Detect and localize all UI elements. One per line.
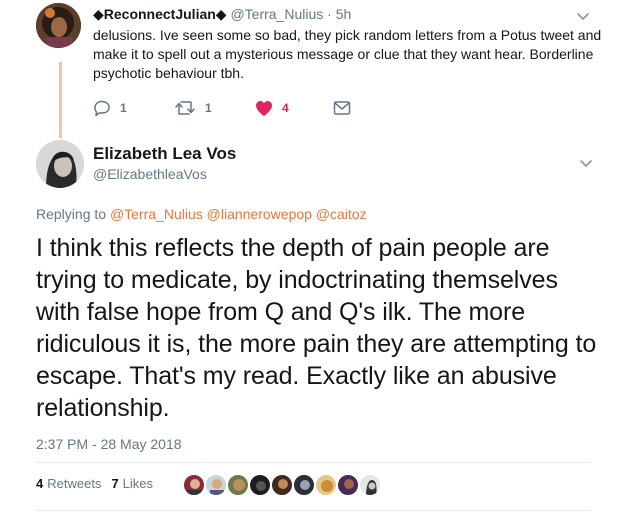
envelope-icon xyxy=(333,100,351,116)
liker-avatar[interactable] xyxy=(271,474,293,496)
divider xyxy=(36,462,591,463)
likes-label: Likes xyxy=(122,476,154,491)
likes-count: 7 xyxy=(111,476,119,491)
tweet-actions: 1 1 4 xyxy=(93,98,393,118)
liker-avatar[interactable] xyxy=(337,474,359,496)
liker-avatar[interactable] xyxy=(315,474,337,496)
retweet-icon xyxy=(174,99,196,117)
tweet-time[interactable]: · 5h xyxy=(327,6,351,22)
main-tweet: Elizabeth Lea Vos @ElizabethleaVos Reply… xyxy=(0,136,627,516)
avatar[interactable] xyxy=(36,3,81,48)
heart-icon xyxy=(255,100,273,117)
display-name[interactable]: Elizabeth Lea Vos xyxy=(93,144,236,164)
retweets-count: 4 xyxy=(36,476,44,491)
tweet-stats: 4 Retweets 7 Likes xyxy=(36,476,153,491)
handle[interactable]: @ElizabethleaVos xyxy=(93,166,207,182)
chevron-down-icon[interactable] xyxy=(578,155,594,171)
mention-link[interactable]: @Terra_Nulius xyxy=(110,206,203,222)
display-name[interactable]: ◆ReconnectJulian◆ xyxy=(93,6,227,22)
tweet-text: I think this reflects the depth of pain … xyxy=(36,234,597,422)
tweet-timestamp[interactable]: 2:37 PM - 28 May 2018 xyxy=(36,436,182,452)
retweet-button[interactable]: 1 xyxy=(174,98,212,118)
reply-icon xyxy=(93,99,111,117)
liker-avatar[interactable] xyxy=(359,474,381,496)
divider xyxy=(36,510,591,511)
replying-to: Replying to @Terra_Nulius @liannerowepop… xyxy=(36,206,367,222)
reply-tweet[interactable]: ◆ReconnectJulian◆ @Terra_Nulius · 5h del… xyxy=(0,0,627,130)
chevron-down-icon[interactable] xyxy=(575,8,591,24)
retweets-label: Retweets xyxy=(47,476,102,491)
liker-avatar[interactable] xyxy=(293,474,315,496)
direct-message-button[interactable] xyxy=(333,98,351,118)
mention-link[interactable]: @caitoz xyxy=(316,206,367,222)
liker-avatar[interactable] xyxy=(183,474,205,496)
retweets-stat[interactable]: 4 Retweets xyxy=(36,476,101,491)
liker-avatar[interactable] xyxy=(227,474,249,496)
likes-stat[interactable]: 7 Likes xyxy=(111,476,153,491)
mention-link[interactable]: @liannerowepop xyxy=(207,206,312,222)
replying-label: Replying to xyxy=(36,206,107,222)
liker-avatar[interactable] xyxy=(205,474,227,496)
liker-avatar[interactable] xyxy=(249,474,271,496)
retweet-count: 1 xyxy=(205,101,212,115)
tweet-text: delusions. Ive seen some so bad, they pi… xyxy=(93,27,602,81)
handle[interactable]: @Terra_Nulius xyxy=(230,6,323,22)
avatar[interactable] xyxy=(36,140,84,188)
reply-count: 1 xyxy=(120,101,127,115)
like-button[interactable]: 4 xyxy=(255,98,289,118)
reply-button[interactable]: 1 xyxy=(93,98,127,118)
reply-tweet-header: ◆ReconnectJulian◆ @Terra_Nulius · 5h xyxy=(93,6,351,23)
like-count: 4 xyxy=(282,101,289,115)
